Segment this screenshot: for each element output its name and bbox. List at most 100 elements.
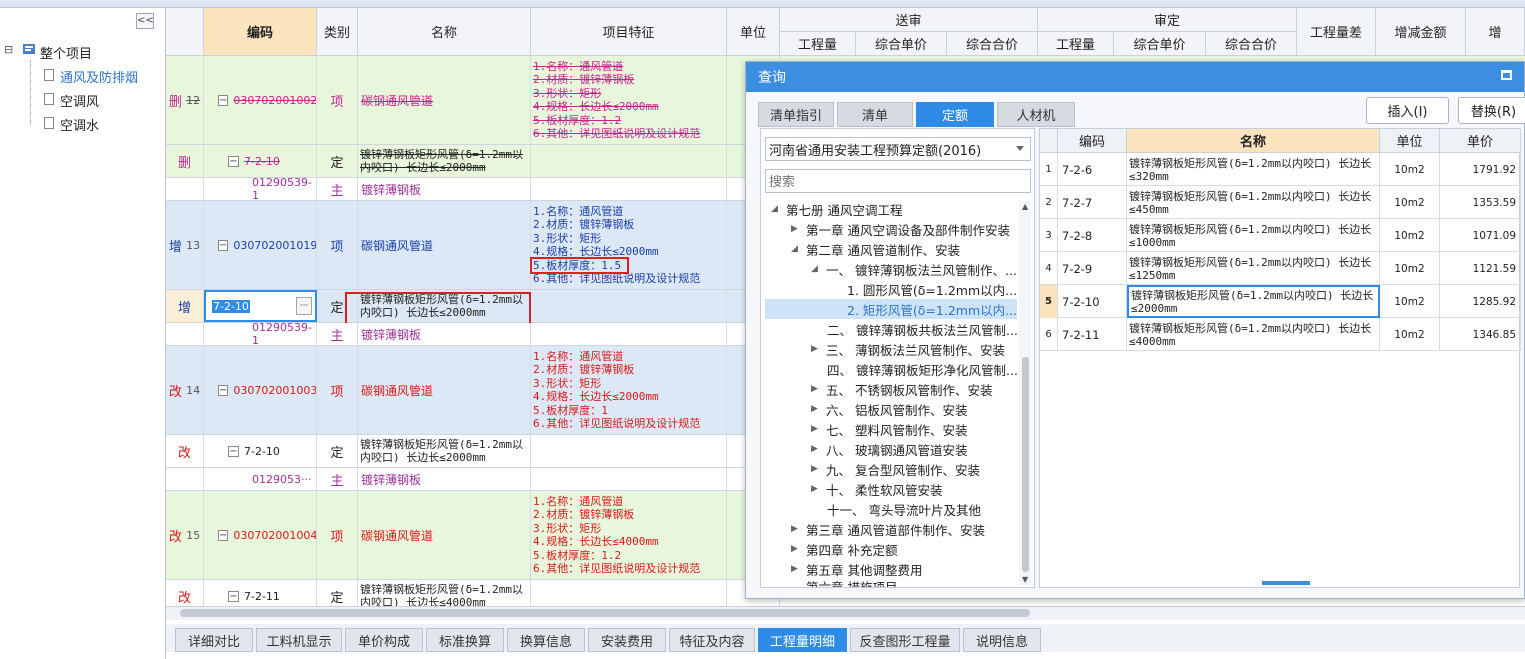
row-name[interactable]: 镀锌薄钢板 — [358, 468, 531, 490]
collapse-pane-button[interactable]: << — [136, 13, 154, 29]
header-quota-code[interactable]: 编码 — [1058, 129, 1127, 153]
row-features[interactable]: 1.名称：通风管道 2.材质：镀锌薄钢板 3.形状：矩形 4.规格：长边长≤2000m… — [531, 346, 727, 434]
row-code[interactable]: −030702001003 — [204, 346, 317, 434]
row-code[interactable]: −7-2-10 — [204, 435, 317, 467]
row-name[interactable]: 镀锌薄钢板 — [358, 178, 531, 200]
row-code[interactable]: −7-2-10 — [204, 145, 317, 177]
row-features[interactable] — [531, 290, 727, 322]
more-button[interactable]: ··· — [296, 297, 312, 315]
row-features[interactable] — [531, 145, 727, 177]
header-aud-total[interactable]: 综合合价 — [1206, 32, 1297, 56]
row-features[interactable]: 1.名称：通风管道 2.材质：镀锌薄钢板 3.形状：矩形 4.规格：长边长≤4000m… — [531, 491, 727, 579]
row-name[interactable]: 镀锌薄钢板矩形风管(δ=1.2mm以内咬口) 长边长≤2000mm — [358, 435, 531, 467]
tree-node[interactable]: ▶ 第四章 补充定额 — [791, 539, 897, 559]
tree-node[interactable]: 四、 镀锌薄钢板矩形净化风管制... — [827, 359, 1018, 379]
tab-conversion-info[interactable]: 换算信息 — [507, 628, 585, 652]
horizontal-scroll-thumb[interactable] — [180, 609, 1030, 617]
tree-node[interactable]: ◢ 第七册 通风空调工程 — [771, 199, 902, 219]
tree-root-label[interactable]: 整个项目 — [40, 43, 92, 62]
tab-detail-compare[interactable]: 详细对比 — [175, 628, 253, 652]
tree-node[interactable]: ▶ 第一章 通风空调设备及部件制作安装 — [791, 219, 1010, 239]
tree-node[interactable]: ▶ 五、 不锈钢板风管制作、安装 — [811, 379, 992, 399]
row-features[interactable] — [531, 435, 727, 467]
dialog-title[interactable]: 查询 — [746, 62, 1524, 92]
scroll-up-icon[interactable]: ▲ — [1022, 202, 1028, 211]
tab-labor-material-machine[interactable]: 人材机 — [997, 102, 1075, 127]
row-name[interactable]: 碳钢通风管道 — [358, 346, 531, 434]
quota-row-selected[interactable]: 5 7-2-10 镀锌薄钢板矩形风管(δ=1.2mm以内咬口) 长边长≤2000… — [1040, 285, 1521, 318]
row-quota-code[interactable]: 7-2-6 — [1058, 153, 1127, 186]
row-quota-name[interactable]: 镀锌薄钢板矩形风管(δ=1.2mm以内咬口) 长边长≤320mm — [1127, 153, 1380, 186]
quota-row[interactable]: 2 7-2-7 镀锌薄钢板矩形风管(δ=1.2mm以内咬口) 长边长≤450mm… — [1040, 186, 1521, 219]
tab-bill[interactable]: 清单 — [837, 102, 913, 127]
splitter-handle[interactable] — [1262, 581, 1310, 585]
row-code[interactable]: 01290539-1 — [204, 323, 317, 345]
row-code[interactable]: −030702001004 — [204, 491, 317, 579]
header-quota-name[interactable]: 名称 — [1127, 129, 1380, 153]
row-features[interactable]: 1.名称：通风管道 2.材质：镀锌薄钢板 3.形状：矩形 4.规格：长边长≤2000m… — [531, 201, 727, 289]
tree-node[interactable]: 1. 圆形风管(δ=1.2mm以内... — [847, 279, 1017, 299]
tab-bill-guide[interactable]: 清单指引 — [758, 102, 834, 127]
tab-standard-conversion[interactable]: 标准换算 — [426, 628, 504, 652]
header-amount-change[interactable]: 增减金额 — [1376, 8, 1466, 56]
header-qty-diff[interactable]: 工程量差 — [1297, 8, 1376, 56]
header-name[interactable]: 名称 — [358, 8, 531, 56]
header-unit[interactable]: 单位 — [727, 8, 780, 56]
tree-item-ventilation[interactable]: 通风及防排烟 — [60, 67, 138, 86]
row-quota-name[interactable]: 镀锌薄钢板矩形风管(δ=1.2mm以内咬口) 长边长≤450mm — [1127, 186, 1380, 219]
tree-node[interactable]: ▶ 六、 铝板风管制作、安装 — [811, 399, 967, 419]
tree-node[interactable]: ▶ 九、 复合型风管制作、安装 — [811, 459, 980, 479]
header-sub-qty[interactable]: 工程量 — [780, 32, 856, 56]
tree-node[interactable]: ◢ 一、 镀锌薄钢板法兰风管制作、... — [811, 259, 1017, 279]
quota-row[interactable]: 4 7-2-9 镀锌薄钢板矩形风管(δ=1.2mm以内咬口) 长边长≤1250m… — [1040, 252, 1521, 285]
header-category[interactable]: 类别 — [317, 8, 358, 56]
scroll-down-icon[interactable]: ▼ — [1022, 575, 1028, 584]
tree-scroll-thumb[interactable] — [1022, 357, 1029, 572]
row-features[interactable]: 1.名称：通风管道 2.材质：镀锌薄钢板 3.形状：矩形 4.规格：长边长≤2000m… — [531, 56, 727, 144]
row-code[interactable]: 01290539-1 — [204, 178, 317, 200]
row-features[interactable] — [531, 580, 727, 606]
tree-item-ac-water[interactable]: 空调水 — [60, 115, 99, 134]
row-name[interactable]: 碳钢通风管道 — [358, 56, 531, 144]
tab-quantity-detail[interactable]: 工程量明细 — [758, 628, 847, 652]
tab-quota[interactable]: 定额 — [916, 102, 994, 127]
tab-description[interactable]: 说明信息 — [963, 628, 1041, 652]
header-aud-unit-price[interactable]: 综合单价 — [1114, 32, 1206, 56]
tree-root-expander[interactable]: ⊟ — [4, 43, 13, 56]
tree-node-selected[interactable]: 2. 矩形风管(δ=1.2mm以内... — [765, 299, 1017, 319]
row-name[interactable]: 镀锌薄钢板矩形风管(δ=1.2mm以内咬口) 长边长≤2000mm — [358, 145, 531, 177]
replace-button[interactable]: 替换(R) — [1458, 97, 1525, 124]
row-quota-code[interactable]: 7-2-8 — [1058, 219, 1127, 252]
tree-node[interactable]: ▶ 第三章 通风管道部件制作、安装 — [791, 519, 985, 539]
tree-node[interactable]: ◢ 第二章 通风管道制作、安装 — [791, 239, 960, 259]
insert-button[interactable]: 插入(I) — [1366, 97, 1449, 124]
header-sub-total[interactable]: 综合合价 — [947, 32, 1038, 56]
tab-reverse-graphic-qty[interactable]: 反查图形工程量 — [850, 628, 960, 652]
tree-node[interactable]: 二、 镀锌薄钢板共板法兰风管制... — [827, 319, 1018, 339]
row-quota-name[interactable]: 镀锌薄钢板矩形风管(δ=1.2mm以内咬口) 长边长≤1250mm — [1127, 252, 1380, 285]
row-name[interactable]: 碳钢通风管道 — [358, 201, 531, 289]
tree-node[interactable]: ▶ 八、 玻璃钢通风管道安装 — [811, 439, 967, 459]
row-features[interactable] — [531, 178, 727, 200]
quota-library-select[interactable]: 河南省通用安装工程预算定额(2016) — [765, 137, 1031, 161]
tree-node[interactable]: ▶ 十、 柔性软风管安装 — [811, 479, 942, 499]
tree-node[interactable]: ▶ 三、 薄钢板法兰风管制作、安装 — [811, 339, 1005, 359]
row-code[interactable]: 0129053··· — [204, 468, 317, 490]
tree-node[interactable]: 第六章 措施项目 — [791, 577, 897, 587]
tree-node[interactable]: ▶ 第五章 其他调整费用 — [791, 559, 922, 579]
header-code[interactable]: 编码 — [204, 8, 317, 56]
row-quota-name[interactable]: 镀锌薄钢板矩形风管(δ=1.2mm以内咬口) 长边长≤2000mm — [1127, 285, 1380, 318]
row-code[interactable]: −7-2-11 — [204, 580, 317, 606]
row-quota-name[interactable]: 镀锌薄钢板矩形风管(δ=1.2mm以内咬口) 长边长≤4000mm — [1127, 318, 1380, 351]
search-input[interactable] — [765, 169, 1031, 193]
tree-node[interactable]: 十一、 弯头导流叶片及其他 — [827, 499, 981, 519]
header-quota-price[interactable]: 单价 — [1440, 129, 1521, 153]
header-features[interactable]: 项目特征 — [531, 8, 727, 56]
row-name[interactable]: 镀锌薄钢板 — [358, 323, 531, 345]
tree-item-ac-air[interactable]: 空调风 — [60, 91, 99, 110]
header-aud-qty[interactable]: 工程量 — [1038, 32, 1114, 56]
row-name[interactable]: 镀锌薄钢板矩形风管(δ=1.2mm以内咬口) 长边长≤4000mm — [358, 580, 531, 606]
tab-labor-material[interactable]: 工料机显示 — [256, 628, 342, 652]
row-code-editor[interactable]: 7-2-10 ··· — [204, 290, 317, 322]
row-quota-name[interactable]: 镀锌薄钢板矩形风管(δ=1.2mm以内咬口) 长边长≤1000mm — [1127, 219, 1380, 252]
